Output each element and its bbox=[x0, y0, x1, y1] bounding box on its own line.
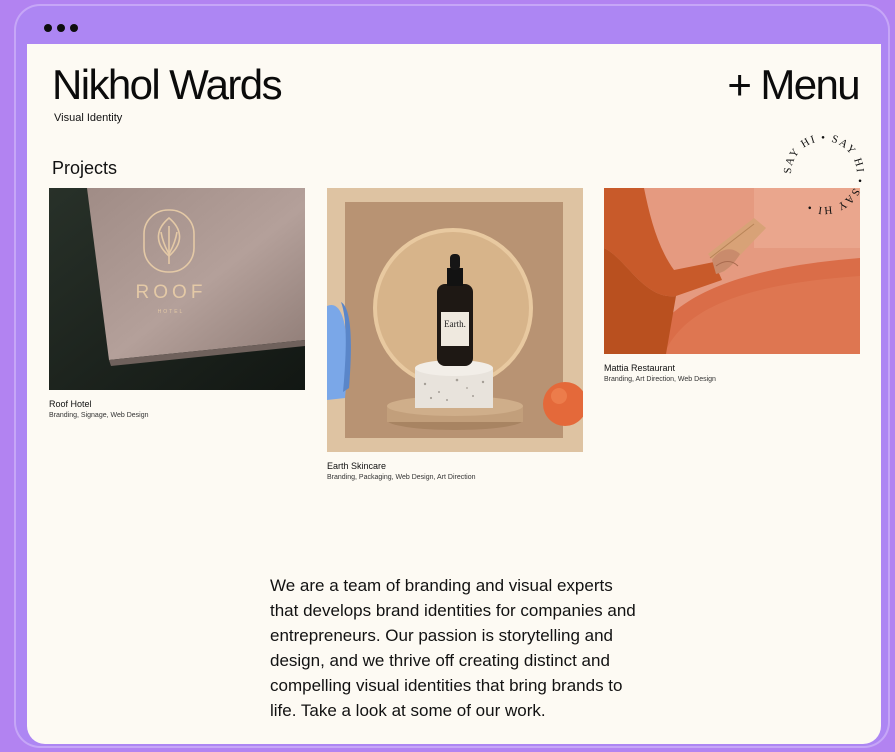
portfolio-page: Nikhol Wards Visual Identity + Menu Proj… bbox=[27, 44, 881, 744]
say-hi-badge[interactable]: SAY HI • SAY HI • SAY HI • bbox=[779, 129, 869, 219]
project-tags: Branding, Art Direction, Web Design bbox=[604, 376, 716, 383]
say-hi-circle-text: SAY HI • SAY HI • SAY HI • bbox=[782, 132, 866, 216]
brand-subtitle: Visual Identity bbox=[54, 112, 123, 124]
hotel-wordmark: HOTEL bbox=[158, 309, 185, 315]
menu-button[interactable]: + Menu bbox=[727, 60, 860, 110]
window-controls bbox=[44, 24, 78, 32]
earth-skincare-scene: Earth. bbox=[327, 188, 583, 452]
project-image-earth-skincare[interactable]: Earth. bbox=[327, 188, 583, 452]
project-name[interactable]: Earth Skincare bbox=[327, 461, 583, 471]
maximize-dot[interactable] bbox=[70, 24, 78, 32]
project-card-earth-skincare[interactable]: Earth. Earth Skincare Branding, Packagin… bbox=[327, 188, 583, 481]
svg-text:SAY HI • SAY HI • SAY HI •: SAY HI • SAY HI • SAY HI • bbox=[782, 132, 866, 216]
brand-title[interactable]: Nikhol Wards bbox=[52, 60, 283, 110]
project-name[interactable]: Roof Hotel bbox=[49, 399, 305, 409]
earth-label-text: Earth. bbox=[444, 319, 466, 329]
project-tags: Branding, Signage, Web Design bbox=[49, 412, 149, 419]
intro-paragraph: We are a team of branding and visual exp… bbox=[270, 576, 636, 720]
project-name[interactable]: Mattia Restaurant bbox=[604, 363, 860, 373]
close-dot[interactable] bbox=[44, 24, 52, 32]
roof-hotel-mockup: ROOF HOTEL bbox=[49, 188, 305, 390]
project-image-roof-hotel[interactable]: ROOF HOTEL bbox=[49, 188, 305, 390]
say-hi-text: SAY HI • SAY HI • SAY HI • bbox=[782, 132, 865, 216]
projects-heading: Projects bbox=[52, 158, 118, 178]
project-tags: Branding, Packaging, Web Design, Art Dir… bbox=[327, 474, 476, 481]
minimize-dot[interactable] bbox=[57, 24, 65, 32]
project-card-roof-hotel[interactable]: ROOF HOTEL Roof Hotel Branding, Signage,… bbox=[49, 188, 305, 419]
roof-wordmark: ROOF bbox=[136, 282, 207, 303]
